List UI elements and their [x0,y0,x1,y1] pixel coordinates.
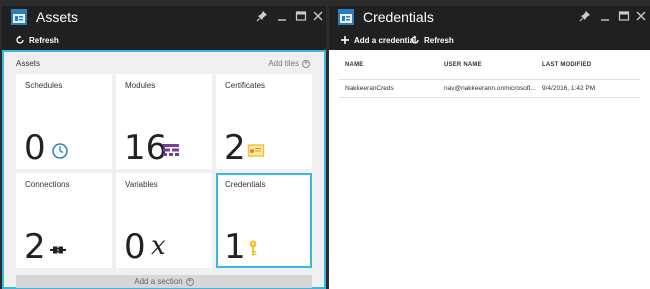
add-credential-label: Add a credential [354,35,417,45]
modules-grid-icon [163,144,179,156]
tile-label: Variables [125,180,158,189]
tile-label: Certificates [225,81,266,90]
tile-modules[interactable]: Modules 16 [116,74,212,169]
refresh-label: Refresh [29,35,59,45]
tile-label: Schedules [25,81,63,90]
cell-name: NakkeeranCreds [345,85,394,92]
tile-count: 2 [224,128,246,168]
certificate-icon [247,144,265,157]
refresh-button[interactable]: Refresh [15,33,59,47]
assets-section: Assets Add tiles + Schedules 0 Modules 1… [2,50,326,289]
credentials-blade-header: Credentials [329,6,650,29]
plus-icon [341,36,349,44]
refresh-icon [16,35,24,44]
tile-label: Credentials [225,180,266,189]
credentials-table-header: NAME USER NAME LAST MODIFIED [329,59,650,75]
table-row[interactable]: NakkeeranCreds nav@nakkeerann.onmicrosof… [339,79,640,98]
assets-blade-header: Assets [2,6,326,29]
refresh-label: Refresh [424,35,454,45]
credentials-blade: Credentials Add a credential Refresh NAM… [329,6,650,289]
tile-connections[interactable]: Connections 2 [16,173,112,268]
refresh-button[interactable]: Refresh [410,33,454,47]
assets-blade: Assets Refresh Assets Add tiles + Schedu… [2,6,326,289]
column-header-user-name[interactable]: USER NAME [444,62,482,68]
add-icon: + [185,277,194,286]
tile-label: Modules [125,81,156,90]
column-header-last-modified[interactable]: LAST MODIFIED [542,62,591,68]
tile-label: Connections [25,180,70,189]
credentials-command-bar: Add a credential Refresh [329,29,650,50]
maximize-icon[interactable] [618,10,630,22]
tile-variables[interactable]: Variables 0 x [116,173,212,268]
automation-blade-icon [11,9,27,25]
connection-plug-icon [50,246,66,254]
column-header-name[interactable]: NAME [345,62,363,68]
portal-root: Assets Refresh Assets Add tiles + Schedu… [0,0,650,289]
add-icon: + [302,59,310,68]
tile-count: 1 [224,227,246,267]
minimize-icon[interactable] [599,10,611,22]
tile-certificates[interactable]: Certificates 2 [216,74,312,169]
key-icon [249,240,257,256]
tile-count: 2 [24,227,46,267]
assets-blade-title: Assets [36,9,79,25]
add-section-label: Add a section [134,277,183,286]
section-label: Assets [16,59,41,68]
minimize-icon[interactable] [276,10,288,22]
add-tiles-button[interactable]: Add tiles + [268,59,310,68]
assets-command-bar: Refresh [2,29,326,50]
maximize-icon[interactable] [295,10,307,22]
tile-credentials[interactable]: Credentials 1 [216,173,312,268]
cell-last-modified: 9/4/2016, 1:42 PM [542,85,596,92]
automation-blade-icon [338,9,354,25]
add-section-button[interactable]: Add a section + [16,275,312,288]
close-icon[interactable] [635,10,647,22]
credentials-blade-title: Credentials [363,9,434,25]
cell-user-name: nav@nakkeerann.onmicrosoft... [444,85,536,92]
tile-count: 0 [124,227,146,267]
variable-x-icon: x [151,231,166,261]
tile-count: 16 [124,128,168,168]
add-credential-button[interactable]: Add a credential [340,33,416,47]
pin-icon[interactable] [256,10,268,22]
tile-schedules[interactable]: Schedules 0 [16,74,112,169]
close-icon[interactable] [312,10,324,22]
add-tiles-label: Add tiles [268,59,299,68]
clock-icon [52,143,68,159]
pin-icon[interactable] [579,10,591,22]
refresh-icon [411,35,419,44]
tile-count: 0 [24,128,46,168]
